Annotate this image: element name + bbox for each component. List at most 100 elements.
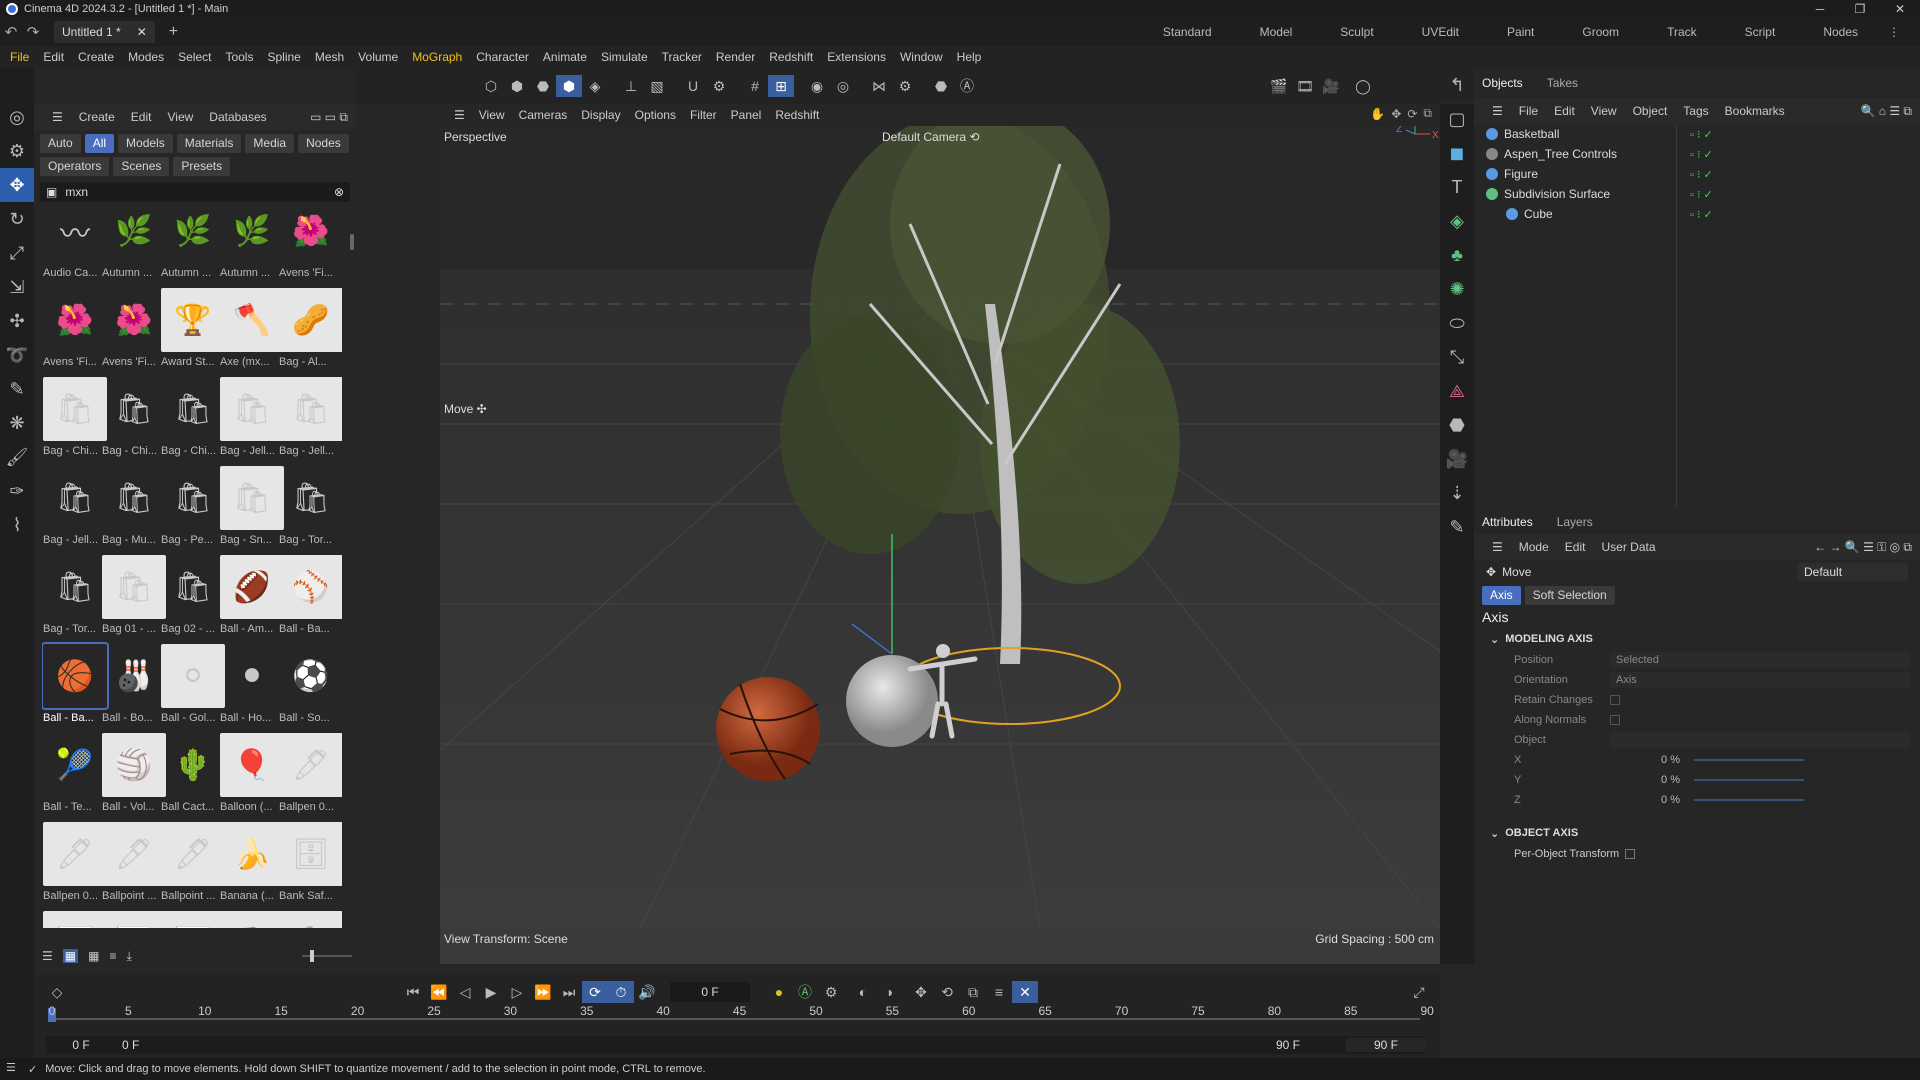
asset-item[interactable]: 🎳 Ball - Bo... (101, 643, 159, 732)
tag-icon[interactable]: ✎ (1440, 510, 1474, 544)
objects-menu-edit[interactable]: Edit (1554, 104, 1575, 118)
menu-mograph[interactable]: MoGraph (412, 50, 462, 64)
orbit-icon[interactable]: ⟳ (1407, 107, 1417, 121)
asset-item[interactable]: 🛍 Bag 02 - ... (160, 554, 218, 643)
asset-item[interactable]: 〰 Audio Ca... (42, 198, 100, 287)
viewport-menu-redshift[interactable]: Redshift (775, 108, 819, 122)
object-name[interactable]: Figure (1504, 167, 1624, 181)
layout-standard[interactable]: Standard (1163, 25, 1212, 39)
asset-item[interactable]: 🛍 Bag - Jell... (278, 376, 342, 465)
viewport-menu-display[interactable]: Display (581, 108, 620, 122)
layout-sculpt[interactable]: Sculpt (1340, 25, 1373, 39)
current-frame-field[interactable]: 0 F (670, 982, 750, 1002)
cube-icon[interactable]: ⬡ (478, 75, 504, 97)
object-row[interactable]: Figure ▫ ⁝ ✓ (1474, 164, 1920, 184)
tab-objects[interactable]: Objects (1482, 76, 1523, 90)
asset-item[interactable]: 🛍 Bag - Mu... (101, 465, 159, 554)
asset-item[interactable]: 🌵 Ball Cact... (160, 732, 218, 821)
asset-item[interactable]: 🛍 Bag - Chi... (160, 376, 218, 465)
solo-settings-icon[interactable]: ◎ (830, 75, 856, 97)
range-end-field[interactable]: 90 F (1346, 1038, 1426, 1052)
object-row[interactable]: Basketball ▫ ⁝ ✓ (1474, 124, 1920, 144)
dolly-icon[interactable]: ✥ (1391, 107, 1401, 121)
object-name[interactable]: Subdivision Surface (1504, 187, 1624, 201)
tab-takes[interactable]: Takes (1547, 76, 1578, 90)
hamburger-icon[interactable]: ☰ (52, 110, 63, 124)
spline-icon[interactable]: ↰ (1440, 68, 1474, 102)
visibility-toggles[interactable]: ▫ ⁝ ✓ (1690, 128, 1713, 141)
asset-item[interactable]: 🌿 Autumn ... (160, 198, 218, 287)
asset-item[interactable]: 🖊 Ballpoint ... (101, 821, 166, 910)
modeling-axis-section[interactable]: ⌄ MODELING AXIS (1474, 628, 1920, 650)
sort-icon[interactable]: ≡ (109, 949, 116, 963)
environment-icon[interactable]: ⬣ (1440, 408, 1474, 442)
key-settings-icon[interactable]: ⚙ (818, 981, 844, 1003)
snap-settings-icon[interactable]: ⚙ (706, 75, 732, 97)
live-selection-icon[interactable]: ◎ (0, 100, 34, 134)
filter-all[interactable]: All (84, 134, 115, 153)
minimize-button[interactable]: ─ (1800, 0, 1840, 18)
key-rotation-icon[interactable]: ◑ (876, 981, 902, 1003)
move-tool-icon[interactable]: ✥ (0, 168, 34, 202)
tab-attributes[interactable]: Attributes (1482, 515, 1533, 529)
filter-scenes[interactable]: Scenes (113, 157, 170, 176)
asset-item[interactable]: 🛍 Bag - Tor... (278, 465, 336, 554)
layout-groom[interactable]: Groom (1582, 25, 1619, 39)
asset-item[interactable]: ⚪ Ball - Gol... (160, 643, 225, 732)
asset-menu-databases[interactable]: Databases (209, 110, 266, 124)
preview-end-field[interactable]: 90 F (1276, 1038, 1346, 1052)
range-start-field[interactable]: 0 F (46, 1038, 116, 1052)
panel-layout-icon[interactable]: ▭ ▭ ⧉ (310, 110, 348, 125)
menu-redshift[interactable]: Redshift (769, 50, 813, 64)
filter-media[interactable]: Media (245, 134, 295, 153)
list-view-icon[interactable]: ☰ (42, 949, 53, 963)
close-tab-icon[interactable]: ✕ (137, 25, 147, 39)
solo-icon[interactable]: ◉ (804, 75, 830, 97)
asset-item[interactable]: 🗄 Bank Saf... (278, 821, 342, 910)
asset-item[interactable]: 🌺 Avens 'Fi... (101, 287, 159, 376)
texture-mode-icon[interactable]: ▧ (644, 75, 670, 97)
object-row[interactable]: Cube ▫ ⁝ ✓ (1474, 204, 1920, 224)
asset-item[interactable]: 🎾 Ball - Te... (42, 732, 100, 821)
scheme-icon[interactable]: ✕ (1012, 981, 1038, 1003)
attributes-menu-user-data[interactable]: User Data (1601, 540, 1655, 554)
scale-tool-icon[interactable]: ⤢ (0, 236, 34, 270)
preview-start-field[interactable]: 0 F (116, 1038, 186, 1052)
asset-item[interactable]: ⚽ Ball - So... (278, 643, 336, 732)
next-key-icon[interactable]: ⏩ (530, 981, 556, 1003)
asset-item[interactable]: ⚫ Ball - Ho... (219, 643, 277, 732)
position-dropdown[interactable]: Selected (1610, 652, 1910, 668)
visibility-toggles[interactable]: ▫ ⁝ ✓ (1690, 168, 1713, 181)
viewport-menu-filter[interactable]: Filter (690, 108, 717, 122)
object-axis-section[interactable]: ⌄ OBJECT AXIS (1474, 822, 1920, 844)
joint-icon[interactable]: ⟁ (1440, 374, 1474, 408)
orientation-dropdown[interactable]: Axis (1610, 672, 1910, 688)
transform-tool-icon[interactable]: ⇲ (0, 270, 34, 304)
visibility-toggles[interactable]: ▫ ⁝ ✓ (1690, 188, 1713, 201)
layout-nodes[interactable]: Nodes (1823, 25, 1858, 39)
object-name[interactable]: Cube (1524, 207, 1624, 221)
objects-menu-file[interactable]: File (1519, 104, 1538, 118)
per-object-checkbox[interactable] (1625, 849, 1636, 859)
asset-scrollbar[interactable] (350, 234, 354, 250)
autokey-icon[interactable]: Ⓐ (792, 981, 818, 1003)
asset-item[interactable]: 🖊 Ballpoint ... (160, 821, 225, 910)
menu-select[interactable]: Select (178, 50, 211, 64)
redshift-icon[interactable]: ⬣ (928, 75, 954, 97)
menu-mesh[interactable]: Mesh (315, 50, 344, 64)
go-end-icon[interactable]: ⏭ (556, 981, 582, 1003)
y-slider[interactable] (1694, 779, 1804, 781)
menu-edit[interactable]: Edit (43, 50, 64, 64)
rotate-tool-icon[interactable]: ↻ (0, 202, 34, 236)
tile-view-icon[interactable]: ▦ (88, 949, 99, 963)
field-icon[interactable]: ⬭ (1440, 306, 1474, 340)
filter-presets[interactable]: Presets (173, 157, 231, 176)
tweak-tool-icon[interactable]: ✣ (0, 304, 34, 338)
filter-materials[interactable]: Materials (176, 134, 242, 153)
viewport-menu-cameras[interactable]: Cameras (519, 108, 568, 122)
asset-item[interactable]: 🥜 Bag - Al... (278, 287, 342, 376)
download-icon[interactable]: ⤓ (126, 949, 131, 964)
cube-primitive-icon[interactable]: ◼ (1440, 136, 1474, 170)
objects-hamburger-icon[interactable]: ☰ (1492, 104, 1503, 118)
knife-tool-icon[interactable]: ✎ (0, 372, 34, 406)
